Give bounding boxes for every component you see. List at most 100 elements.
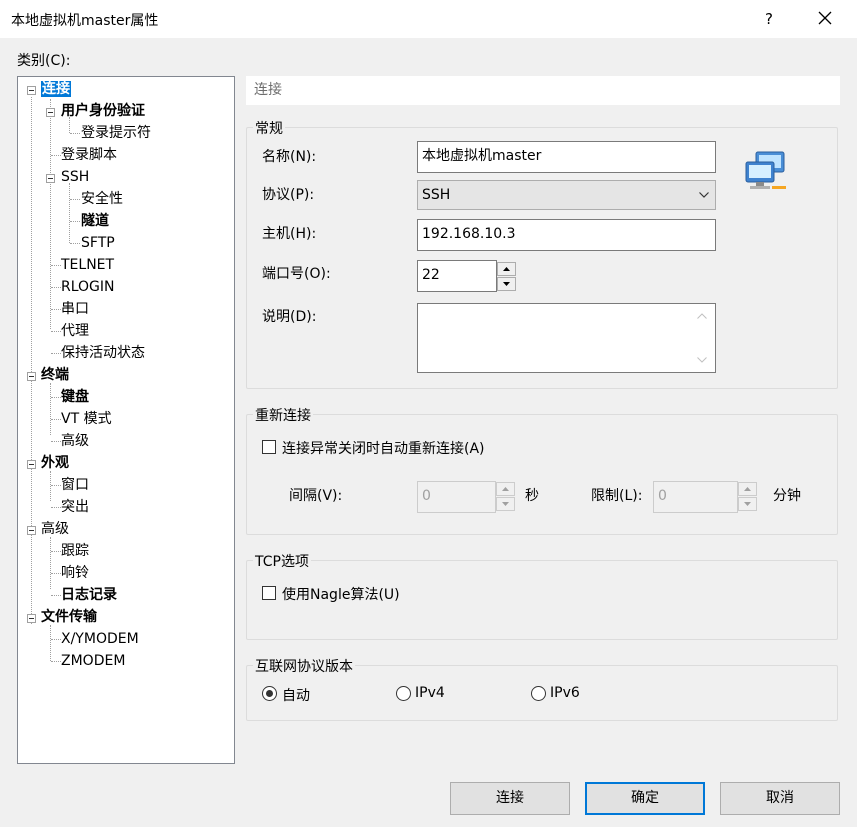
arrow-down-icon: [503, 282, 510, 286]
protocol-value: SSH: [422, 187, 451, 203]
interval-field[interactable]: 0: [417, 481, 496, 513]
tree-item-zmodem[interactable]: ZMODEM: [61, 651, 125, 671]
tree-item-keepalive[interactable]: 保持活动状态: [61, 343, 145, 363]
ipv6-label[interactable]: IPv6: [550, 685, 580, 701]
port-field[interactable]: 22: [417, 260, 497, 292]
general-group-title: 常规: [253, 118, 285, 138]
nagle-label[interactable]: 使用Nagle算法(U): [282, 584, 400, 604]
spin-down-button[interactable]: [497, 277, 516, 291]
tree-item-sftp[interactable]: SFTP: [81, 233, 115, 253]
tree-item-connection[interactable]: 连接: [41, 79, 71, 99]
tree-line: [51, 441, 61, 442]
limit-unit: 分钟: [773, 488, 801, 504]
help-button[interactable]: ?: [754, 6, 784, 32]
nagle-checkbox[interactable]: [262, 586, 276, 600]
collapse-icon[interactable]: [27, 526, 36, 535]
ip-version-group-title: 互联网协议版本: [253, 656, 355, 676]
connect-button[interactable]: 连接: [450, 782, 570, 815]
tree-item-serial[interactable]: 串口: [61, 299, 89, 319]
ok-button[interactable]: 确定: [585, 782, 705, 815]
ip-auto-radio[interactable]: [262, 686, 277, 701]
limit-field[interactable]: 0: [653, 481, 738, 513]
collapse-icon[interactable]: [27, 460, 36, 469]
tree-item-highlight[interactable]: 突出: [61, 497, 89, 517]
tree-item-ssh[interactable]: SSH: [61, 167, 89, 187]
tree-item-xymodem[interactable]: X/YMODEM: [61, 629, 139, 649]
tree-line: [51, 595, 61, 596]
tree-item-tunnel[interactable]: 隧道: [81, 211, 109, 231]
interval-label: 间隔(V):: [289, 488, 343, 504]
tcp-group-title: TCP选项: [253, 551, 311, 571]
tree-line: [69, 183, 70, 243]
scroll-up-icon: [697, 313, 707, 319]
tree-line: [51, 573, 61, 574]
tree-item-advanced[interactable]: 高级: [41, 519, 69, 539]
protocol-label: 协议(P):: [262, 187, 315, 203]
limit-label: 限制(L):: [591, 488, 643, 504]
tree-line: [51, 551, 61, 552]
tree-line: [70, 199, 80, 200]
spin-up-button[interactable]: [738, 482, 757, 496]
description-label: 说明(D):: [262, 309, 317, 325]
tree-item-file-transfer[interactable]: 文件传输: [41, 607, 97, 627]
tree-item-trace[interactable]: 跟踪: [61, 541, 89, 561]
ipv4-radio[interactable]: [396, 686, 411, 701]
tree-item-rlogin[interactable]: RLOGIN: [61, 277, 115, 297]
auto-reconnect-checkbox[interactable]: [262, 440, 276, 454]
collapse-icon[interactable]: [27, 372, 36, 381]
ipv4-label[interactable]: IPv4: [415, 685, 445, 701]
chevron-down-icon: [699, 192, 709, 198]
tree-item-login-script[interactable]: 登录脚本: [61, 145, 117, 165]
close-icon: [818, 11, 832, 25]
name-field[interactable]: 本地虚拟机master: [417, 141, 716, 173]
tree-line: [51, 661, 61, 662]
spin-up-button[interactable]: [497, 262, 516, 276]
tree-item-security[interactable]: 安全性: [81, 189, 123, 209]
host-field[interactable]: 192.168.10.3: [417, 219, 716, 251]
tree-line: [50, 625, 51, 661]
category-tree[interactable]: 连接 用户身份验证 登录提示符 登录脚本 SSH 安全性 隧道 SFTP TEL…: [17, 76, 235, 764]
collapse-icon[interactable]: [46, 108, 55, 117]
reconnect-group-title: 重新连接: [253, 405, 313, 425]
tree-item-login-prompt[interactable]: 登录提示符: [81, 123, 151, 143]
tree-line: [51, 419, 61, 420]
cancel-button[interactable]: 取消: [720, 782, 840, 815]
tree-item-proxy[interactable]: 代理: [61, 321, 89, 341]
protocol-select[interactable]: SSH: [417, 180, 716, 210]
spin-down-button[interactable]: [496, 497, 515, 511]
tree-line: [51, 155, 61, 156]
spin-down-button[interactable]: [738, 497, 757, 511]
tree-item-appearance[interactable]: 外观: [41, 453, 69, 473]
tree-item-logging[interactable]: 日志记录: [61, 585, 117, 605]
tree-item-telnet[interactable]: TELNET: [61, 255, 114, 275]
port-label: 端口号(O):: [262, 266, 331, 282]
close-button[interactable]: [810, 6, 840, 32]
arrow-up-icon: [744, 487, 751, 491]
tree-line: [70, 133, 80, 134]
tree-item-bell[interactable]: 响铃: [61, 563, 89, 583]
tree-item-advanced-terminal[interactable]: 高级: [61, 431, 89, 451]
tree-line: [51, 353, 61, 354]
collapse-icon[interactable]: [27, 614, 36, 623]
tree-line: [51, 287, 61, 288]
arrow-up-icon: [503, 267, 510, 271]
reconnect-group: [246, 414, 838, 535]
collapse-icon[interactable]: [46, 174, 55, 183]
spin-up-button[interactable]: [496, 482, 515, 496]
tree-item-terminal[interactable]: 终端: [41, 365, 69, 385]
ip-auto-label[interactable]: 自动: [282, 685, 310, 705]
tree-item-window[interactable]: 窗口: [61, 475, 89, 495]
ipv6-radio[interactable]: [531, 686, 546, 701]
tree-line: [70, 243, 80, 244]
tree-line: [51, 309, 61, 310]
description-field[interactable]: [417, 303, 716, 373]
tree-line: [51, 639, 61, 640]
tree-item-vt-mode[interactable]: VT 模式: [61, 409, 112, 429]
tree-line: [31, 97, 32, 624]
tree-item-keyboard[interactable]: 键盘: [61, 387, 89, 407]
auto-reconnect-label[interactable]: 连接异常关闭时自动重新连接(A): [282, 438, 485, 458]
category-label: 类别(C):: [17, 53, 71, 69]
tree-item-auth[interactable]: 用户身份验证: [61, 101, 145, 121]
tree-line: [51, 507, 61, 508]
collapse-icon[interactable]: [27, 86, 36, 95]
